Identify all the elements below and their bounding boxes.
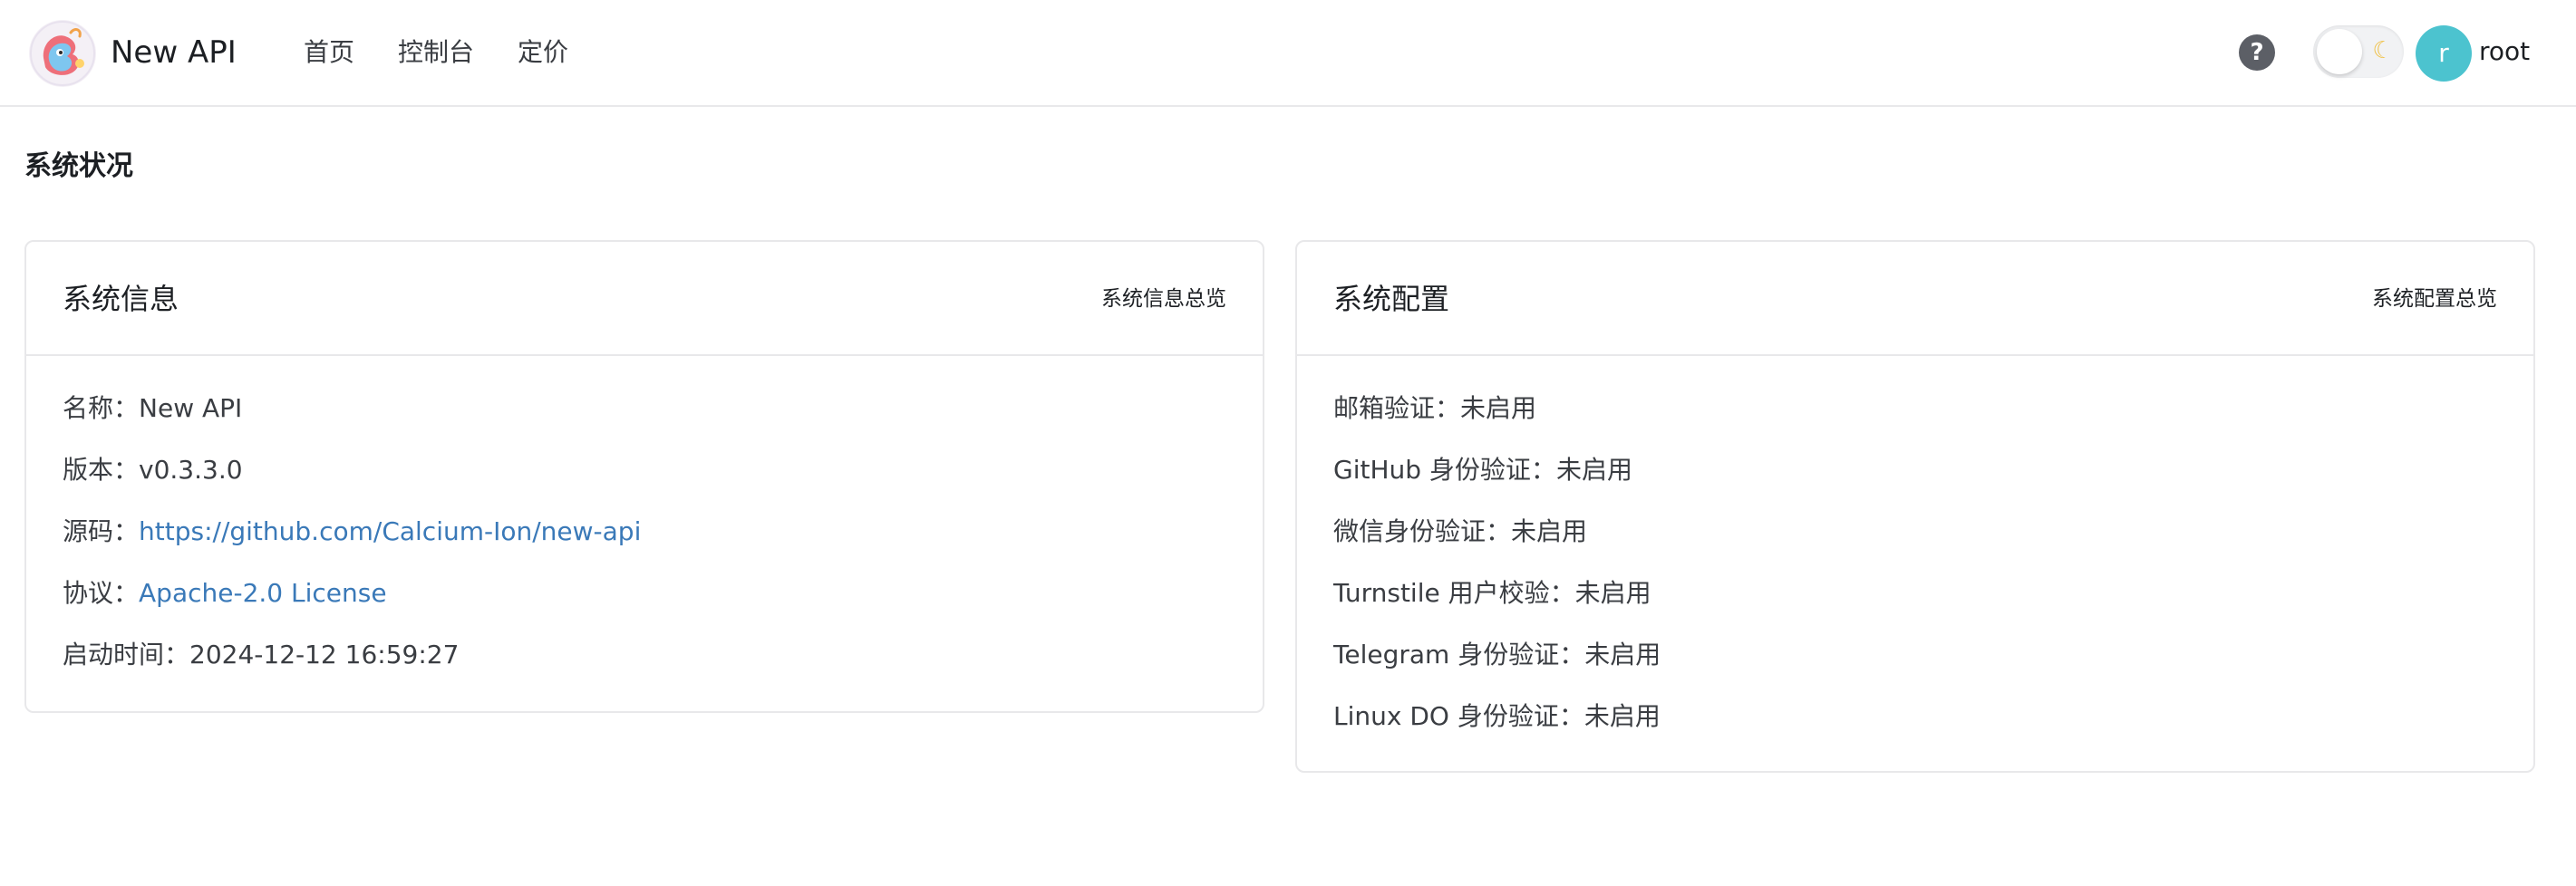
logo-icon[interactable]: [27, 18, 98, 89]
license-link[interactable]: Apache-2.0 License: [139, 578, 387, 608]
row-label: 源码：: [63, 516, 140, 546]
row-label: GitHub 身份验证：: [1333, 455, 1556, 485]
row-value: 未启用: [1574, 578, 1651, 608]
row-value: 未启用: [1583, 701, 1661, 731]
config-row-github: GitHub 身份验证：未启用: [1333, 452, 2533, 514]
row-label: Telegram 身份验证：: [1333, 640, 1585, 669]
config-row-email: 邮箱验证：未启用: [1333, 390, 2533, 452]
avatar[interactable]: r: [2416, 25, 2472, 82]
row-value: New API: [139, 393, 243, 423]
brand-name[interactable]: New API: [111, 31, 237, 74]
nav-home[interactable]: 首页: [304, 33, 354, 72]
row-label: Linux DO 身份验证：: [1333, 701, 1584, 731]
card-header: 系统信息 系统信息总览: [26, 242, 1263, 356]
row-value: v0.3.3.0: [139, 455, 243, 485]
card-title: 系统配置: [1333, 282, 1450, 316]
question-circle-icon[interactable]: ?: [2239, 34, 2275, 71]
system-info-card: 系统信息 系统信息总览 名称：New API 版本：v0.3.3.0 源码：ht…: [24, 240, 1264, 713]
source-link[interactable]: https://github.com/Calcium-Ion/new-api: [139, 516, 641, 546]
row-value: 未启用: [1511, 516, 1588, 546]
main-nav: 首页 控制台 定价: [304, 33, 568, 72]
row-value: 未启用: [1460, 393, 1537, 423]
card-header: 系统配置 系统配置总览: [1297, 242, 2533, 356]
row-label: 版本：: [63, 455, 140, 485]
config-row-linuxdo: Linux DO 身份验证：未启用: [1333, 698, 2533, 760]
card-extra: 系统信息总览: [1101, 287, 1226, 311]
row-value: 未启用: [1584, 640, 1661, 669]
row-label: 协议：: [63, 578, 140, 608]
row-label: 名称：: [63, 393, 140, 423]
system-config-card: 系统配置 系统配置总览 邮箱验证：未启用 GitHub 身份验证：未启用 微信身…: [1295, 240, 2535, 773]
row-label: 微信身份验证：: [1333, 516, 1512, 546]
row-label: 启动时间：: [63, 640, 190, 669]
config-row-turnstile: Turnstile 用户校验：未启用: [1333, 575, 2533, 637]
info-row-version: 版本：v0.3.3.0: [63, 452, 1263, 514]
card-body: 邮箱验证：未启用 GitHub 身份验证：未启用 微信身份验证：未启用 Turn…: [1297, 356, 2533, 760]
username[interactable]: root: [2479, 32, 2530, 72]
row-label: 邮箱验证：: [1333, 393, 1461, 423]
info-row-license: 协议：Apache-2.0 License: [63, 575, 1263, 637]
row-value: 2024-12-12 16:59:27: [189, 640, 460, 669]
moon-icon: ☾: [2372, 37, 2394, 64]
page-title: 系统状况: [24, 150, 133, 182]
nav-console[interactable]: 控制台: [398, 33, 474, 72]
config-row-wechat: 微信身份验证：未启用: [1333, 514, 2533, 575]
info-row-name: 名称：New API: [63, 390, 1263, 452]
card-extra: 系统配置总览: [2372, 287, 2497, 311]
nav-pricing[interactable]: 定价: [518, 33, 568, 72]
row-value: 未启用: [1555, 455, 1632, 485]
info-row-source: 源码：https://github.com/Calcium-Ion/new-ap…: [63, 514, 1263, 575]
config-row-telegram: Telegram 身份验证：未启用: [1333, 637, 2533, 698]
row-label: Turnstile 用户校验：: [1333, 578, 1575, 608]
top-navbar: New API 首页 控制台 定价 ? ☾ r root: [0, 0, 2576, 107]
toggle-knob: [2317, 29, 2362, 74]
card-title: 系统信息: [63, 282, 179, 316]
card-body: 名称：New API 版本：v0.3.3.0 源码：https://github…: [26, 356, 1263, 698]
info-row-start-time: 启动时间：2024-12-12 16:59:27: [63, 637, 1263, 698]
theme-toggle[interactable]: ☾: [2313, 25, 2404, 78]
